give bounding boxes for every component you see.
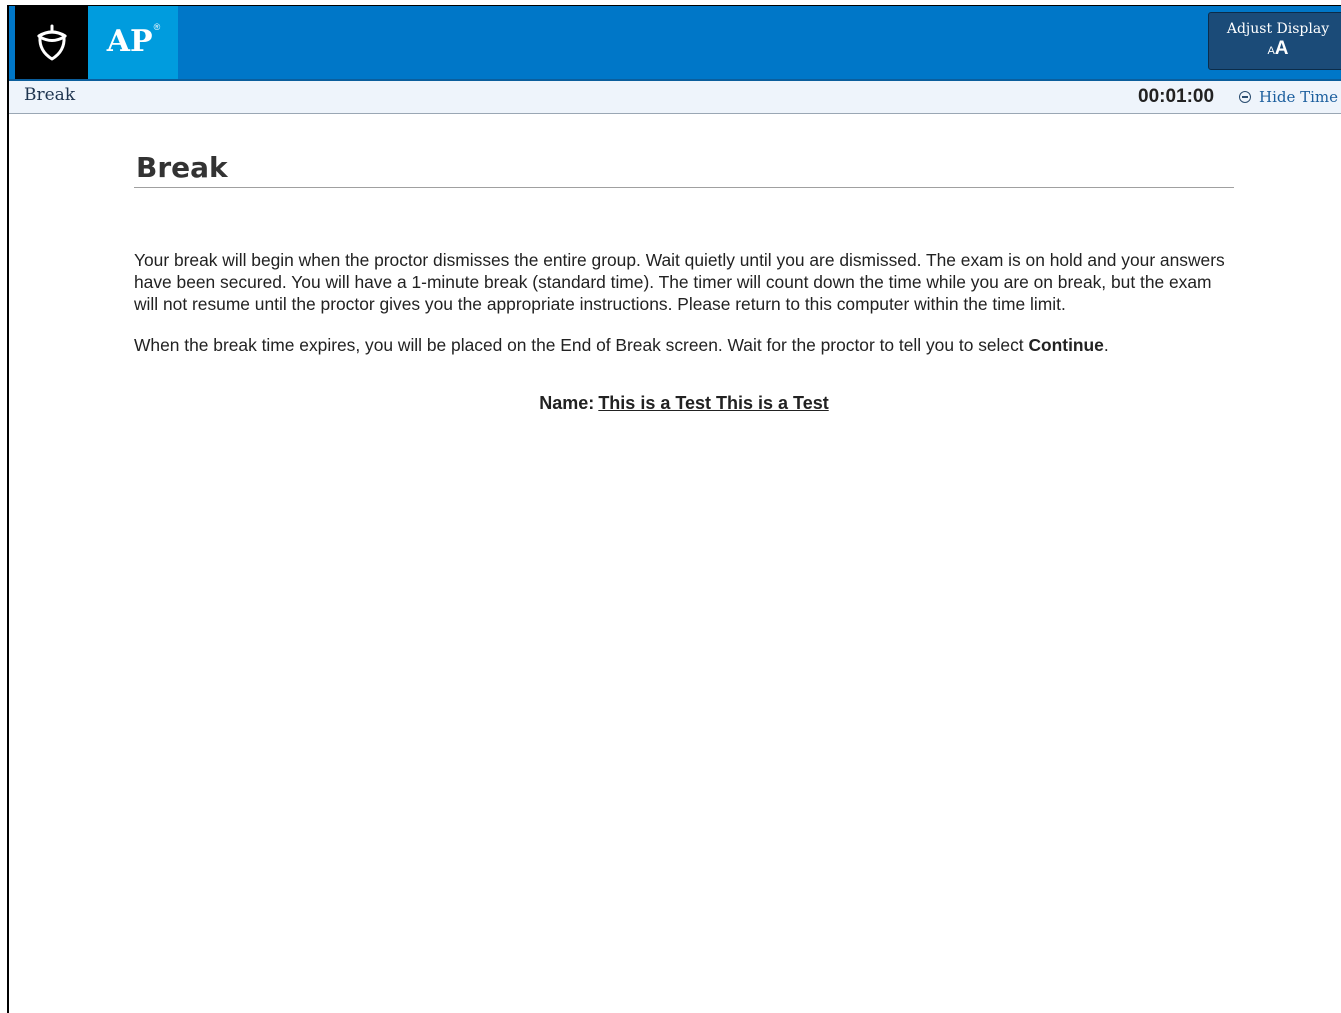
name-label: Name:	[539, 393, 595, 413]
student-name: This is a Test This is a Test	[598, 393, 829, 413]
countdown-timer: 00:01:00	[1138, 86, 1215, 107]
app-window: AP ® Adjust Display AA Break 00:01:00 Hid…	[7, 5, 1341, 1013]
adjust-display-label: Adjust Display	[1226, 21, 1330, 37]
acorn-icon	[36, 24, 67, 60]
registered-mark: ®	[153, 21, 161, 32]
hide-time-button[interactable]: Hide Time	[1239, 88, 1338, 106]
student-name-line: Name: This is a Test This is a Test	[134, 393, 1234, 414]
section-toolbar: Break 00:01:00 Hide Time	[9, 79, 1341, 114]
break-instructions-paragraph: Your break will begin when the proctor d…	[134, 250, 1225, 314]
main-content: Break Your break will begin when the pro…	[134, 146, 1234, 414]
ap-logo: AP ®	[88, 6, 178, 79]
text-size-icon: AA	[1267, 38, 1289, 59]
title-divider	[134, 187, 1234, 188]
college-board-logo	[15, 6, 88, 79]
adjust-display-button[interactable]: Adjust Display AA	[1208, 12, 1341, 70]
ap-logo-text: AP	[106, 24, 153, 59]
section-name: Break	[24, 85, 76, 105]
end-of-break-paragraph: When the break time expires, you will be…	[134, 335, 1109, 355]
continue-keyword: Continue	[1028, 335, 1104, 355]
hide-time-label: Hide Time	[1259, 88, 1339, 106]
page-title: Break	[136, 151, 228, 184]
top-header-bar: AP ® Adjust Display AA	[9, 6, 1341, 79]
minus-circle-icon	[1239, 91, 1251, 103]
